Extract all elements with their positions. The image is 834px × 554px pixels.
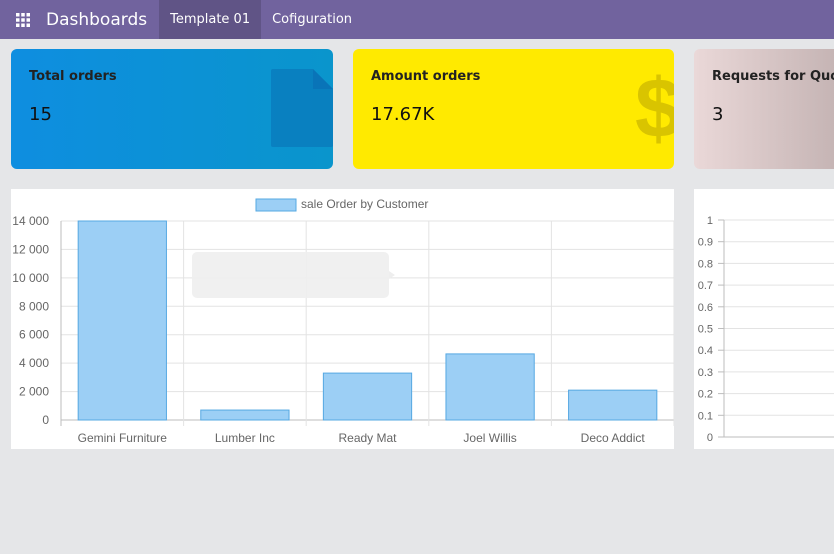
- dollar-icon: $: [635, 65, 674, 155]
- bar-lumber-inc[interactable]: [200, 409, 290, 421]
- bar-ready-mat[interactable]: [322, 372, 413, 421]
- kpi-value: 17.67K: [371, 104, 435, 125]
- chart-panel-sales-by-customer: sale Order by Customer 0 2 000 4 000 6 000 8 …: [11, 189, 675, 449]
- y-tick-label: 8 000: [19, 299, 49, 313]
- y-tick-label: 0.6: [698, 302, 713, 314]
- svg-text:$: $: [635, 65, 674, 155]
- y-tick-label: 6 000: [19, 328, 49, 342]
- tooltip-placeholder: [192, 252, 389, 298]
- y-tick-label: 1: [707, 215, 713, 227]
- menu-configuration[interactable]: Cofiguration: [261, 0, 363, 39]
- y-tick-label: 0: [707, 432, 713, 444]
- legend-label[interactable]: sale Order by Customer: [301, 197, 428, 211]
- document-icon: [271, 69, 333, 147]
- x-tick-label: Gemini Furniture: [78, 431, 168, 445]
- kpi-label: Requests for Quota: [712, 69, 834, 84]
- bar-chart: sale Order by Customer 0 2 000 4 000 6 000 8 …: [12, 197, 675, 445]
- y-tick-label: 0.8: [698, 258, 713, 270]
- x-tick-label: Ready Mat: [338, 431, 397, 445]
- y-tick-label: 0: [42, 413, 49, 427]
- kpi-card-amount-orders[interactable]: $ Amount orders 17.67K: [353, 49, 674, 169]
- x-tick-label: Joel Willis: [463, 431, 516, 445]
- y-tick-label: 0.4: [698, 345, 713, 357]
- y-tick-label: 0.2: [698, 389, 713, 401]
- kpi-value: 3: [712, 104, 724, 125]
- y-tick-label: 0.1: [698, 410, 713, 422]
- bar-deco-addict[interactable]: [568, 389, 658, 421]
- y-tick-label: 0.3: [698, 367, 713, 379]
- secondary-chart: 0 0.1 0.2 0.3 0.4 0.5 0.6 0.7 0.8 0.9 1: [698, 215, 834, 444]
- apps-grid-icon[interactable]: [0, 0, 46, 39]
- chart-panel-secondary: 0 0.1 0.2 0.3 0.4 0.5 0.6 0.7 0.8 0.9 1: [694, 189, 834, 449]
- y-tick-label: 0.9: [698, 237, 713, 249]
- kpi-label: Amount orders: [371, 69, 481, 84]
- y-tick-label: 14 000: [12, 214, 49, 228]
- menu-template-01[interactable]: Template 01: [159, 0, 262, 39]
- x-tick-label: Lumber Inc: [215, 431, 275, 445]
- app-title[interactable]: Dashboards: [46, 10, 147, 30]
- kpi-card-requests-quotation[interactable]: Requests for Quota 3: [694, 49, 834, 169]
- x-tick-label: Deco Addict: [581, 431, 646, 445]
- kpi-card-total-orders[interactable]: Total orders 15: [11, 49, 333, 169]
- bar-joel-willis[interactable]: [445, 353, 535, 421]
- kpi-label: Total orders: [29, 69, 117, 84]
- y-tick-label: 0.7: [698, 280, 713, 292]
- top-navbar: Dashboards Template 01 Cofiguration: [0, 0, 834, 39]
- y-tick-label: 0.5: [698, 324, 713, 336]
- kpi-value: 15: [29, 104, 52, 125]
- bar-gemini-furniture[interactable]: [77, 220, 167, 421]
- y-tick-label: 10 000: [12, 271, 49, 285]
- y-tick-label: 4 000: [19, 356, 49, 370]
- y-tick-label: 12 000: [12, 242, 49, 256]
- y-tick-label: 2 000: [19, 385, 49, 399]
- legend-swatch[interactable]: [255, 198, 297, 212]
